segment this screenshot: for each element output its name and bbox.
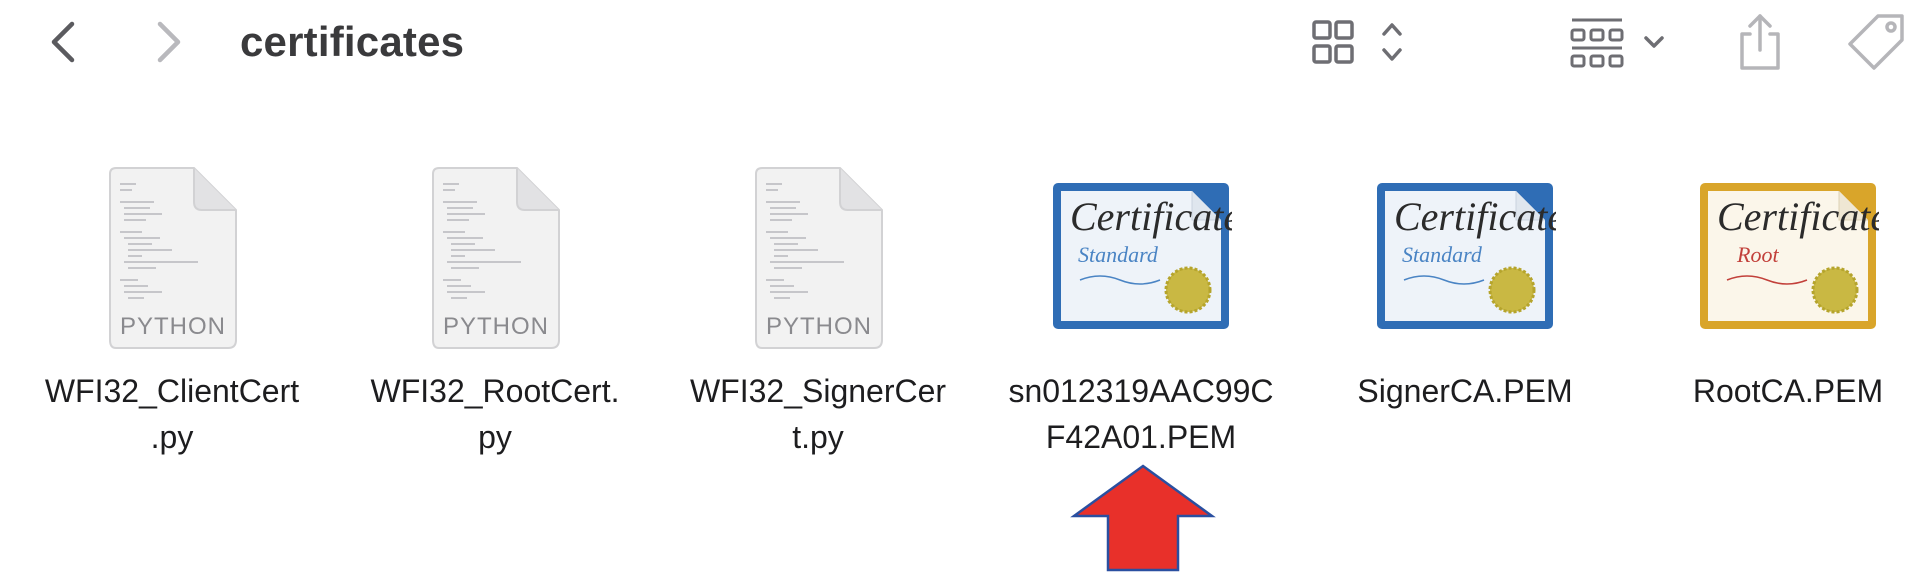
annotation-arrow-icon <box>1070 464 1216 572</box>
chevron-right-icon <box>157 21 181 63</box>
file-type-badge: PYTHON <box>120 313 226 340</box>
group-by-icon <box>1570 18 1664 68</box>
root-certificate-file-icon: Certificate Root <box>1700 183 1879 329</box>
certificate-type: Standard <box>1402 242 1483 267</box>
file-type-badge: PYTHON <box>443 313 549 340</box>
certificate-title: Certificate <box>1717 194 1879 239</box>
file-item[interactable]: PYTHON WFI32_ClientCert .py <box>12 150 332 455</box>
back-button[interactable] <box>36 14 92 70</box>
group-by-button[interactable] <box>1560 10 1676 74</box>
file-grid: PYTHON WFI32_ClientCert .py PYTHON WFI32… <box>0 150 1920 455</box>
icon-grid-view-icon <box>1312 20 1402 64</box>
forward-button[interactable] <box>140 14 196 70</box>
file-name: WFI32_SignerCer t.py <box>689 373 947 455</box>
file-item[interactable]: Certificate Standard sn012319AAC99C F42A… <box>981 150 1301 455</box>
view-mode-button[interactable] <box>1300 10 1420 74</box>
file-name: RootCA.PEM <box>1692 373 1884 409</box>
share-button[interactable] <box>1728 10 1792 74</box>
certificate-file-icon: Certificate Standard <box>1053 183 1232 329</box>
window-title: certificates <box>240 18 465 65</box>
share-icon <box>1740 14 1780 70</box>
chevron-updown-icon <box>1382 23 1402 61</box>
certificate-file-icon: Certificate Standard <box>1377 183 1556 329</box>
python-file-icon: PYTHON <box>755 167 883 349</box>
chevron-left-icon <box>51 21 75 63</box>
certificate-type: Standard <box>1078 242 1159 267</box>
file-item[interactable]: Certificate Root RootCA.PEM <box>1628 150 1920 450</box>
file-name: SignerCA.PEM <box>1357 373 1573 409</box>
seal-icon <box>1488 266 1536 314</box>
file-name: WFI32_ClientCert .py <box>44 373 300 455</box>
seal-icon <box>1811 266 1859 314</box>
file-item[interactable]: PYTHON WFI32_SignerCer t.py <box>658 150 978 455</box>
file-name: WFI32_RootCert. py <box>370 373 620 455</box>
tag-button[interactable] <box>1840 10 1912 74</box>
python-file-icon: PYTHON <box>109 167 237 349</box>
seal-icon <box>1164 266 1212 314</box>
file-item[interactable]: PYTHON WFI32_RootCert. py <box>335 150 655 455</box>
certificate-title: Certificate <box>1070 194 1232 239</box>
file-name: sn012319AAC99C F42A01.PEM <box>1008 373 1274 455</box>
python-file-icon: PYTHON <box>432 167 560 349</box>
file-type-badge: PYTHON <box>766 313 872 340</box>
tag-icon <box>1848 14 1904 70</box>
certificate-title: Certificate <box>1394 194 1556 239</box>
toolbar: certificates <box>0 0 1920 84</box>
file-item[interactable]: Certificate Standard SignerCA.PEM <box>1305 150 1625 450</box>
certificate-type: Root <box>1736 242 1779 267</box>
